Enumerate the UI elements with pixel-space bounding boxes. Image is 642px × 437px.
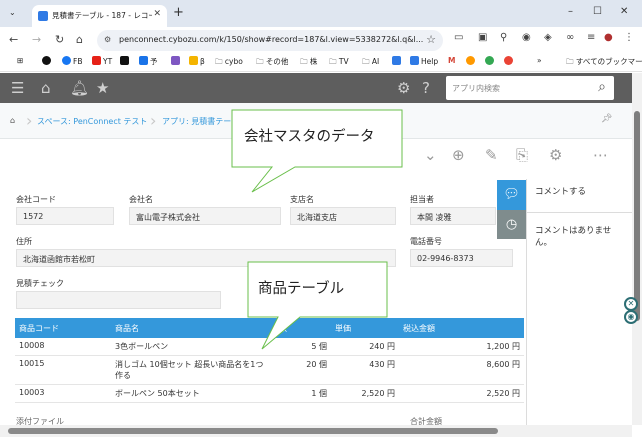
callout-company-text: 会社マスタのデータ bbox=[244, 129, 375, 145]
callout-product-text: 商品テーブル bbox=[258, 281, 345, 297]
callout-product-bubble bbox=[247, 261, 388, 350]
callout-company-bubble bbox=[231, 109, 403, 193]
callout-layer bbox=[231, 109, 403, 350]
